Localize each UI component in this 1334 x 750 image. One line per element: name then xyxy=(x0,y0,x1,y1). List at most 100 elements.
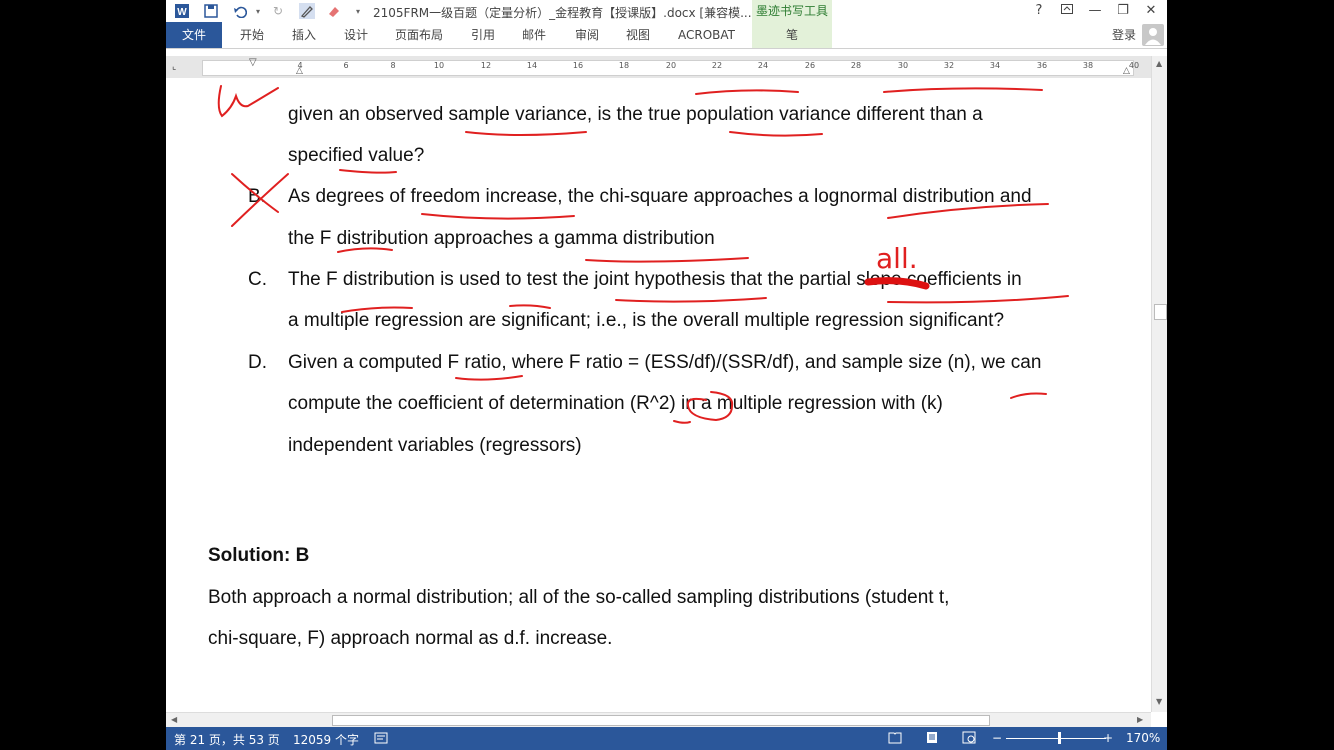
tab-mailings[interactable]: 邮件 xyxy=(522,22,546,48)
tab-pen[interactable]: 笔 xyxy=(752,22,832,48)
scroll-down-icon[interactable]: ▼ xyxy=(1156,697,1162,706)
undo-icon[interactable] xyxy=(232,3,248,19)
tab-insert[interactable]: 插入 xyxy=(292,22,316,48)
zoom-slider[interactable] xyxy=(1006,738,1106,739)
vertical-scrollbar[interactable]: ▲ ▼ xyxy=(1151,56,1167,712)
ink-underline xyxy=(465,131,587,136)
ink-underline xyxy=(1010,392,1047,399)
read-mode-icon[interactable] xyxy=(888,731,902,747)
tab-file[interactable]: 文件 xyxy=(166,22,222,48)
ruler-number: 38 xyxy=(1082,61,1094,70)
scroll-right-icon[interactable]: ▶ xyxy=(1137,715,1143,724)
ruler-number: 6 xyxy=(343,61,349,70)
undo-dropdown-icon[interactable]: ▾ xyxy=(250,3,266,19)
avatar[interactable] xyxy=(1142,24,1164,46)
proofing-icon[interactable] xyxy=(374,731,388,747)
tab-references[interactable]: 引用 xyxy=(471,22,495,48)
ink-tools-context-tab: 墨迹书写工具 xyxy=(752,0,832,22)
redo-icon[interactable]: ↻ xyxy=(270,3,286,19)
horizontal-ruler[interactable]: ⌞ 4 6 8 10 12 14 16 18 20 22 24 26 28 30… xyxy=(166,56,1167,79)
solution-line: Both approach a normal distribution; all… xyxy=(208,587,950,608)
document-page[interactable]: given an observed sample variance, is th… xyxy=(166,78,1151,712)
restore-button[interactable]: ❐ xyxy=(1112,2,1134,20)
ruler-number: 26 xyxy=(804,61,816,70)
horizontal-scrollbar[interactable]: ◀ ▶ xyxy=(166,712,1151,727)
ruler-number: 8 xyxy=(390,61,396,70)
doc-line: given an observed sample variance, is th… xyxy=(288,104,983,125)
ink-underline xyxy=(509,304,551,309)
left-indent-marker[interactable]: △ xyxy=(296,66,303,76)
option-letter: C. xyxy=(248,269,267,290)
right-indent-marker[interactable]: △ xyxy=(1123,66,1130,76)
customize-qat-icon[interactable]: ▾ xyxy=(350,3,366,19)
doc-line: a multiple regression are significant; i… xyxy=(288,310,1005,331)
close-button[interactable]: ✕ xyxy=(1140,2,1162,20)
doc-line: specified value? xyxy=(288,145,425,166)
horizontal-scroll-thumb[interactable] xyxy=(332,715,990,726)
vertical-scroll-thumb[interactable] xyxy=(1154,304,1167,320)
ruler-number: 32 xyxy=(943,61,955,70)
ruler-number: 34 xyxy=(989,61,1001,70)
word-window: W ▾ ↻ ▾ 2105FRM一级百题（定量分析）_金程教育【授课版】.docx… xyxy=(166,0,1167,750)
tab-selector-icon[interactable]: ⌞ xyxy=(172,62,182,72)
svg-text:W: W xyxy=(177,7,187,18)
zoom-slider-thumb[interactable] xyxy=(1058,732,1061,744)
sign-in-link[interactable]: 登录 xyxy=(1112,22,1136,48)
ruler-number: 20 xyxy=(665,61,677,70)
web-layout-icon[interactable] xyxy=(962,731,976,747)
tab-design[interactable]: 设计 xyxy=(344,22,368,48)
ribbon-tabs: 文件 开始 插入 设计 页面布局 引用 邮件 审阅 视图 ACROBAT 笔 登… xyxy=(166,22,1167,49)
word-count[interactable]: 12059 个字 xyxy=(293,731,359,748)
word-logo-icon: W xyxy=(174,3,190,19)
ink-underline xyxy=(615,297,767,303)
ink-underline xyxy=(883,87,1043,93)
ruler-number: 24 xyxy=(757,61,769,70)
ink-underline xyxy=(887,295,1069,304)
ink-underline xyxy=(585,257,749,263)
ruler-number: 16 xyxy=(572,61,584,70)
print-layout-icon[interactable] xyxy=(925,731,939,747)
ink-underline xyxy=(695,89,799,95)
doc-line: the F distribution approaches a gamma di… xyxy=(288,228,715,249)
tab-acrobat[interactable]: ACROBAT xyxy=(678,22,735,48)
status-bar: 第 21 页，共 53 页 12059 个字 − + 170% xyxy=(166,727,1167,750)
tab-view[interactable]: 视图 xyxy=(626,22,650,48)
ink-underline xyxy=(421,213,575,220)
zoom-in-icon[interactable]: + xyxy=(1103,731,1113,745)
ruler-number: 14 xyxy=(526,61,538,70)
ruler-number: 18 xyxy=(618,61,630,70)
scroll-left-icon[interactable]: ◀ xyxy=(171,715,177,724)
ink-underline xyxy=(729,131,823,137)
ink-underline xyxy=(339,169,397,174)
option-letter: B. xyxy=(248,186,266,207)
first-line-indent-marker[interactable]: ▽ xyxy=(249,57,257,68)
solution-line: chi-square, F) approach normal as d.f. i… xyxy=(208,628,613,649)
title-bar: W ▾ ↻ ▾ 2105FRM一级百题（定量分析）_金程教育【授课版】.docx… xyxy=(166,0,1167,22)
save-icon[interactable] xyxy=(203,3,219,19)
doc-line: The F distribution is used to test the j… xyxy=(288,269,1022,290)
doc-line: As degrees of freedom increase, the chi-… xyxy=(288,186,1032,207)
pen-draw-icon[interactable] xyxy=(299,3,315,19)
help-button[interactable]: ? xyxy=(1028,2,1050,20)
zoom-out-icon[interactable]: − xyxy=(992,731,1002,745)
tab-review[interactable]: 审阅 xyxy=(575,22,599,48)
page-count[interactable]: 第 21 页，共 53 页 xyxy=(174,731,280,748)
ruler-number: 12 xyxy=(480,61,492,70)
tab-layout[interactable]: 页面布局 xyxy=(395,22,443,48)
ink-mark xyxy=(217,85,279,118)
ribbon-display-options-icon[interactable] xyxy=(1056,2,1078,20)
eraser-icon[interactable] xyxy=(326,3,342,19)
option-letter: D. xyxy=(248,352,267,373)
ruler-number: 30 xyxy=(897,61,909,70)
zoom-level[interactable]: 170% xyxy=(1126,731,1160,745)
minimize-button[interactable]: — xyxy=(1084,2,1106,20)
ink-underline xyxy=(455,375,523,381)
solution-title: Solution: B xyxy=(208,545,310,566)
ink-underline xyxy=(673,420,691,424)
scroll-up-icon[interactable]: ▲ xyxy=(1156,59,1162,68)
doc-line: compute the coefficient of determination… xyxy=(288,393,943,414)
window-title: 2105FRM一级百题（定量分析）_金程教育【授课版】.docx [兼容模... xyxy=(373,6,752,20)
ruler-number: 36 xyxy=(1036,61,1048,70)
doc-line: Given a computed F ratio, where F ratio … xyxy=(288,352,1042,373)
tab-home[interactable]: 开始 xyxy=(240,22,264,48)
